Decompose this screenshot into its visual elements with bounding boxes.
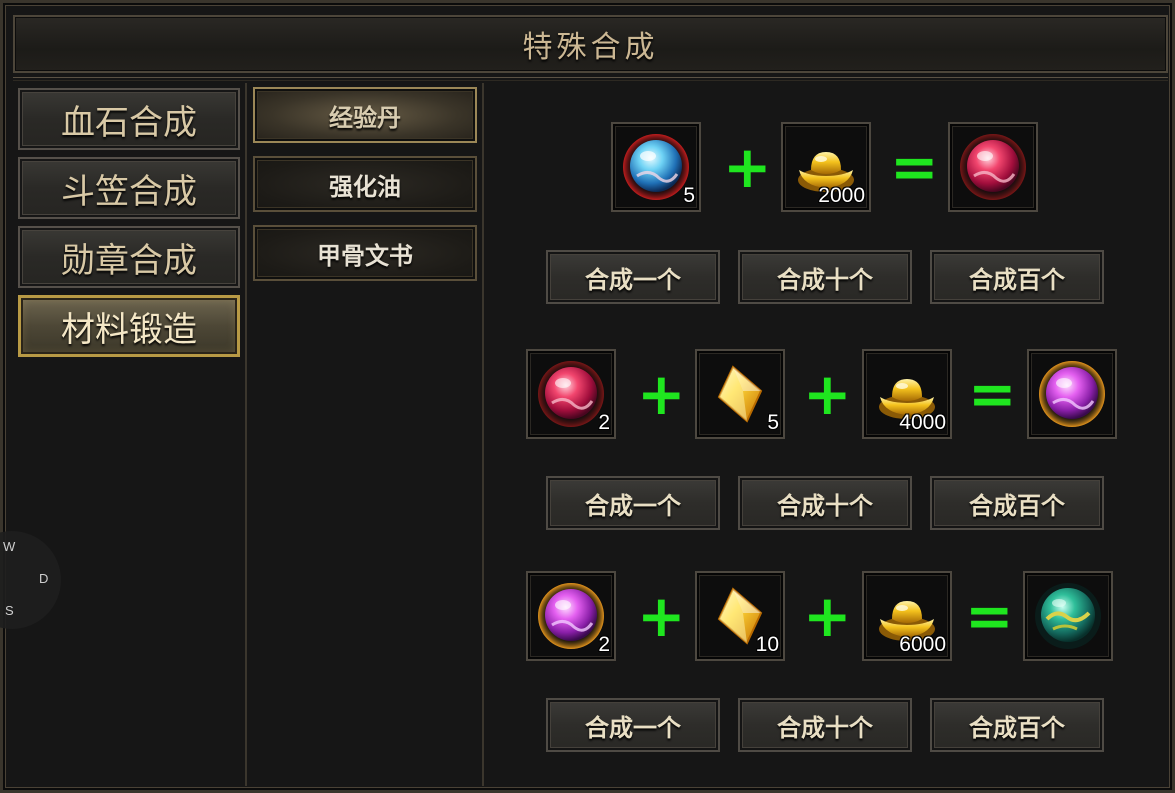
plus-sign: + (637, 582, 686, 650)
subcategory-oracle-book[interactable]: 甲骨文书 (253, 225, 477, 281)
joystick-key-w: W (3, 539, 16, 554)
recipe-1-craft-one-button[interactable]: 合成一个 (546, 250, 720, 304)
recipe-1-input-1-slot[interactable]: 5 (611, 122, 701, 212)
category-hat[interactable]: 斗笠合成 (18, 157, 240, 219)
title-bar: 特殊合成 (13, 15, 1168, 73)
recipe-2-input-3-qty: 4000 (899, 411, 946, 434)
joystick-key-d: D (39, 571, 49, 586)
red-orb-icon (538, 361, 604, 427)
gold-crystal-icon (717, 365, 763, 423)
recipe-1-input-2-slot[interactable]: 2000 (781, 122, 871, 212)
purple-orb-icon (538, 583, 604, 649)
window-title: 特殊合成 (522, 30, 659, 65)
recipe-1-craft-ten-button[interactable]: 合成十个 (738, 250, 912, 304)
recipe-3-craft-ten-button[interactable]: 合成十个 (738, 698, 912, 752)
recipe-1-input-1-qty: 5 (683, 184, 695, 207)
recipe-2-input-1-slot[interactable]: 2 (526, 349, 616, 439)
equals-sign: = (965, 582, 1014, 650)
subcategory-enhance-oil[interactable]: 强化油 (253, 156, 477, 212)
recipe-2-craft-one-button[interactable]: 合成一个 (546, 476, 720, 530)
purple-orb-icon (1039, 361, 1105, 427)
joystick-key-s: S (5, 603, 14, 618)
blue-orb-icon (623, 134, 689, 200)
recipe-3-input-3-qty: 6000 (899, 633, 946, 656)
recipe-2-craft-ten-button[interactable]: 合成十个 (738, 476, 912, 530)
recipe-2-input-2-qty: 5 (767, 411, 779, 434)
equals-sign: = (890, 133, 939, 201)
subcategory-list: 经验丹 强化油 甲骨文书 (247, 83, 484, 786)
synthesis-window: 特殊合成 血石合成 斗笠合成 勋章合成 材料锻造 经验丹 强化油 甲骨文书 5 … (0, 0, 1175, 793)
title-divider (13, 77, 1168, 81)
plus-sign: + (803, 360, 852, 428)
plus-sign: + (723, 133, 772, 201)
plus-sign: + (803, 582, 852, 650)
recipe-2-input-2-slot[interactable]: 5 (695, 349, 785, 439)
recipe-2-output-slot[interactable] (1027, 349, 1117, 439)
recipe-2-input-3-slot[interactable]: 4000 (862, 349, 952, 439)
recipe-2-craft-hundred-button[interactable]: 合成百个 (930, 476, 1104, 530)
recipe-3-input-3-slot[interactable]: 6000 (862, 571, 952, 661)
recipe-2-input-1-qty: 2 (598, 411, 610, 434)
green-jade-orb-icon (1035, 583, 1101, 649)
recipe-3-craft-hundred-button[interactable]: 合成百个 (930, 698, 1104, 752)
recipe-1-input-2-qty: 2000 (818, 184, 865, 207)
recipe-1-output-slot[interactable] (948, 122, 1038, 212)
category-medal[interactable]: 勋章合成 (18, 226, 240, 288)
category-list: 血石合成 斗笠合成 勋章合成 材料锻造 (13, 83, 247, 786)
subcategory-exp-pill[interactable]: 经验丹 (253, 87, 477, 143)
category-blood-stone[interactable]: 血石合成 (18, 88, 240, 150)
recipe-3-craft-one-button[interactable]: 合成一个 (546, 698, 720, 752)
red-orb-icon (960, 134, 1026, 200)
recipe-3-output-slot[interactable] (1023, 571, 1113, 661)
recipe-3-input-2-qty: 10 (755, 633, 779, 656)
plus-sign: + (637, 360, 686, 428)
recipe-3-input-1-slot[interactable]: 2 (526, 571, 616, 661)
equals-sign: = (968, 360, 1017, 428)
category-material-forging[interactable]: 材料锻造 (18, 295, 240, 357)
recipe-1-craft-hundred-button[interactable]: 合成百个 (930, 250, 1104, 304)
recipe-3-input-1-qty: 2 (598, 633, 610, 656)
recipe-3-input-2-slot[interactable]: 10 (695, 571, 785, 661)
